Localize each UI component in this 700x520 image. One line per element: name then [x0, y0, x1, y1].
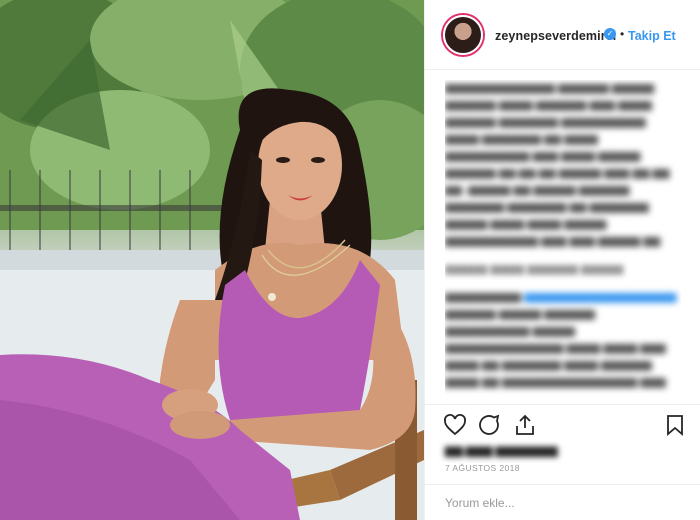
post-date: 7 AĞUSTOS 2018: [445, 463, 520, 473]
avatar[interactable]: [443, 15, 483, 55]
post-header: zeynepseverdemirel ✓ • Takip Et: [425, 0, 700, 70]
separator-dot: •: [620, 27, 625, 41]
follow-button[interactable]: Takip Et: [628, 29, 676, 43]
post-photo[interactable]: [0, 0, 424, 520]
comment-item: ▆▆▆▆▆▆▆▆▆ ▆▆▆▆▆▆▆▆▆▆▆▆▆▆▆▆▆▆ ▆▆▆▆▆▆ ▆▆▆▆…: [445, 291, 677, 388]
add-comment-input[interactable]: [445, 496, 645, 510]
add-comment-bar: [425, 484, 700, 520]
username-link[interactable]: zeynepseverdemirel: [495, 29, 616, 43]
post-sidebar: zeynepseverdemirel ✓ • Takip Et ▆▆▆▆▆▆▆▆…: [424, 0, 700, 520]
bookmark-icon[interactable]: [663, 413, 687, 437]
caption-and-comments: ▆▆▆▆▆▆▆▆▆▆▆▆▆ ▆▆▆▆▆▆ ▆▆▆▆▆ ▆▆▆▆▆▆ ▆▆▆▆ ▆…: [445, 80, 681, 402]
post-caption-blurred: ▆▆▆▆▆▆▆▆▆▆▆▆▆ ▆▆▆▆▆▆ ▆▆▆▆▆ ▆▆▆▆▆▆ ▆▆▆▆ ▆…: [445, 82, 670, 247]
verified-badge-icon: ✓: [604, 28, 616, 40]
comment-icon[interactable]: [477, 413, 501, 437]
heart-icon[interactable]: [443, 413, 467, 437]
like-count-blurred[interactable]: ▆▆.▆▆▆ ▆▆▆▆▆▆▆: [445, 443, 558, 457]
post-actions: [425, 404, 700, 444]
view-all-comments-blurred: ▆▆▆▆▆ ▆▆▆▆ ▆▆▆▆▆▆ ▆▆▆▆▆: [445, 263, 624, 275]
instagram-post-modal: zeynepseverdemirel ✓ • Takip Et ▆▆▆▆▆▆▆▆…: [0, 0, 700, 520]
photo-illustration: [0, 0, 424, 520]
share-icon[interactable]: [513, 413, 537, 437]
